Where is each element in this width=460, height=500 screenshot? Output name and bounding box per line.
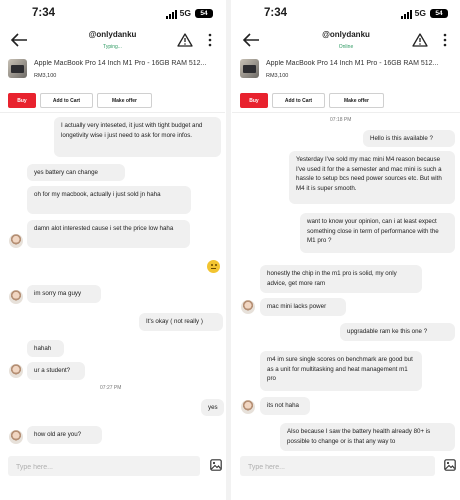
signal-icon [401, 10, 412, 19]
message-outgoing: I actually very inteseted, it just with … [54, 117, 221, 157]
signal-icon [166, 10, 177, 19]
message-incoming: m4 im sure single scores on benchmark ar… [260, 351, 422, 391]
message-outgoing: Hello is this available ? [363, 130, 455, 147]
make-offer-button[interactable]: Make offer [329, 93, 384, 108]
message-outgoing: yes [201, 399, 224, 416]
battery-icon: 54 [430, 9, 448, 18]
message-outgoing: upgradable ram ke this one ? [340, 323, 455, 341]
timestamp: 07:27 PM [100, 385, 122, 391]
status-time: 7:34 [264, 7, 288, 19]
pane-divider [226, 0, 231, 500]
avatar [9, 364, 23, 378]
chat-screen-left: 7:34 5G 54 @onlydanku Typing... Apple Ma… [0, 0, 225, 500]
message-incoming: yes battery can change [27, 164, 125, 181]
product-thumbnail [240, 59, 259, 78]
product-title: Apple MacBook Pro 14 Inch M1 Pro - 16GB … [266, 60, 439, 67]
status-bar: 7:34 5G 54 [0, 7, 225, 23]
network-type: 5G [179, 8, 191, 18]
avatar [9, 234, 23, 248]
message-incoming: mac mini lacks power [260, 298, 346, 316]
message-incoming: ur a student? [27, 362, 85, 380]
message-incoming: im sorry ma guyy [27, 285, 101, 303]
more-vertical-icon[interactable] [442, 33, 448, 47]
message-incoming: damn alot interested cause i set the pri… [27, 220, 190, 248]
report-warning-icon[interactable] [412, 33, 428, 47]
avatar [241, 300, 255, 314]
message-incoming: honestly the chip in the m1 pro is solid… [260, 265, 422, 293]
message-incoming: its not haha [260, 397, 310, 415]
message-composer [8, 456, 200, 478]
message-input[interactable] [240, 457, 435, 478]
message-outgoing: It's okay ( not really ) [139, 313, 223, 331]
message-composer [240, 456, 435, 478]
product-price: RM3,100 [34, 73, 57, 79]
message-outgoing: Also because I saw the battery health al… [280, 423, 455, 451]
buy-button[interactable]: Buy [8, 93, 36, 108]
make-offer-button[interactable]: Make offer [97, 93, 152, 108]
product-actions: Buy Add to Cart Make offer [8, 93, 152, 108]
status-time: 7:34 [32, 7, 56, 19]
network-type: 5G [414, 8, 426, 18]
avatar [9, 430, 23, 444]
product-card[interactable]: Apple MacBook Pro 14 Inch M1 Pro - 16GB … [8, 59, 221, 87]
add-to-cart-button[interactable]: Add to Cart [40, 93, 93, 108]
image-attach-icon[interactable] [444, 459, 456, 471]
product-thumbnail [8, 59, 27, 78]
product-card[interactable]: Apple MacBook Pro 14 Inch M1 Pro - 16GB … [240, 59, 456, 87]
message-outgoing: want to know your opinion, can i at leas… [300, 213, 455, 253]
divider [0, 112, 225, 113]
more-vertical-icon[interactable] [207, 33, 213, 47]
message-input[interactable] [8, 457, 200, 478]
product-price: RM3,100 [266, 73, 289, 79]
divider [232, 112, 460, 113]
avatar [9, 290, 23, 304]
timestamp: 07:18 PM [330, 117, 352, 123]
chat-header: @onlydanku Online [232, 28, 460, 56]
report-warning-icon[interactable] [177, 33, 193, 47]
emoji-icon [207, 260, 220, 273]
add-to-cart-button[interactable]: Add to Cart [272, 93, 325, 108]
product-title: Apple MacBook Pro 14 Inch M1 Pro - 16GB … [34, 60, 207, 67]
image-attach-icon[interactable] [210, 459, 222, 471]
chat-screen-right: 7:34 5G 54 @onlydanku Online Apple MacBo… [232, 0, 460, 500]
buy-button[interactable]: Buy [240, 93, 268, 108]
avatar [241, 400, 255, 414]
status-bar: 7:34 5G 54 [232, 7, 460, 23]
chat-header: @onlydanku Typing... [0, 28, 225, 56]
product-actions: Buy Add to Cart Make offer [240, 93, 384, 108]
message-incoming: oh for my macbook, actually i just sold … [27, 186, 191, 214]
message-incoming: how old are you? [27, 426, 102, 444]
message-incoming: hahah [27, 340, 64, 357]
message-outgoing: Yesterday I've sold my mac mini M4 reaso… [289, 151, 455, 204]
battery-icon: 54 [195, 9, 213, 18]
